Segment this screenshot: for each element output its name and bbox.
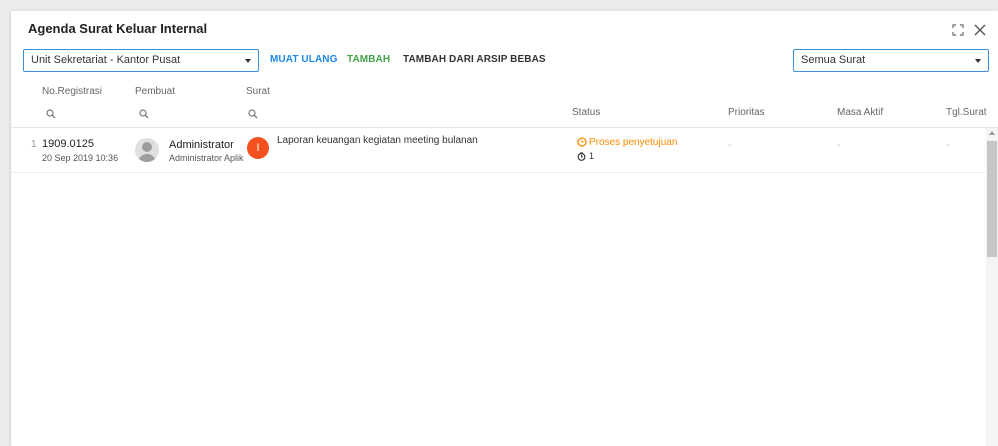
col-pembuat[interactable]: Pembuat <box>135 86 175 97</box>
creator-role: Administrator Aplik <box>169 153 244 163</box>
col-status[interactable]: Status <box>572 107 600 118</box>
row-divider <box>11 172 986 173</box>
letter-type-badge: I <box>247 137 269 159</box>
reload-button[interactable]: MUAT ULANG <box>270 54 337 65</box>
dialog-title: Agenda Surat Keluar Internal <box>28 21 208 36</box>
clock-icon <box>577 137 587 147</box>
row-index: 1 <box>31 139 37 150</box>
chevron-down-icon <box>975 59 981 63</box>
scrollbar-thumb[interactable] <box>987 141 997 257</box>
col-masa-aktif[interactable]: Masa Aktif <box>837 107 883 118</box>
letter-filter-select[interactable]: Semua Surat <box>793 49 989 72</box>
table-row[interactable]: 1 1909.0125 20 Sep 2019 10:36 Administra… <box>11 128 986 172</box>
search-icon[interactable] <box>46 109 56 119</box>
chevron-down-icon <box>245 59 251 63</box>
status-text: Proses penyetujuan <box>589 137 678 148</box>
prioritas-value: - <box>728 140 732 151</box>
avatar-icon <box>135 138 159 162</box>
unit-select[interactable]: Unit Sekretariat - Kantor Pusat <box>23 49 259 72</box>
status-count: 1 <box>589 151 595 161</box>
tgl-surat-value: - <box>946 140 950 151</box>
add-button[interactable]: TAMBAH <box>347 54 390 65</box>
col-prioritas[interactable]: Prioritas <box>728 107 765 118</box>
maximize-icon[interactable] <box>951 23 965 37</box>
add-from-archive-button[interactable]: TAMBAH DARI ARSIP BEBAS <box>403 54 546 65</box>
scroll-up-icon[interactable] <box>989 131 995 135</box>
agenda-dialog: Agenda Surat Keluar Internal Unit Sekret… <box>11 11 998 446</box>
col-surat[interactable]: Surat <box>246 86 270 97</box>
creator-name: Administrator <box>169 139 234 151</box>
col-tgl-surat[interactable]: Tgl.Surat <box>946 107 987 118</box>
col-no-registrasi[interactable]: No.Registrasi <box>42 86 102 97</box>
letter-subject: Laporan keuangan kegiatan meeting bulana… <box>277 135 478 146</box>
reg-date: 20 Sep 2019 10:36 <box>42 153 119 163</box>
close-icon[interactable] <box>973 23 987 37</box>
search-icon[interactable] <box>248 109 258 119</box>
filter-select-value: Semua Surat <box>801 54 866 66</box>
search-icon[interactable] <box>139 109 149 119</box>
timer-icon <box>577 152 586 161</box>
masa-aktif-value: - <box>837 140 841 151</box>
reg-number: 1909.0125 <box>42 138 94 150</box>
unit-select-value: Unit Sekretariat - Kantor Pusat <box>31 54 181 66</box>
